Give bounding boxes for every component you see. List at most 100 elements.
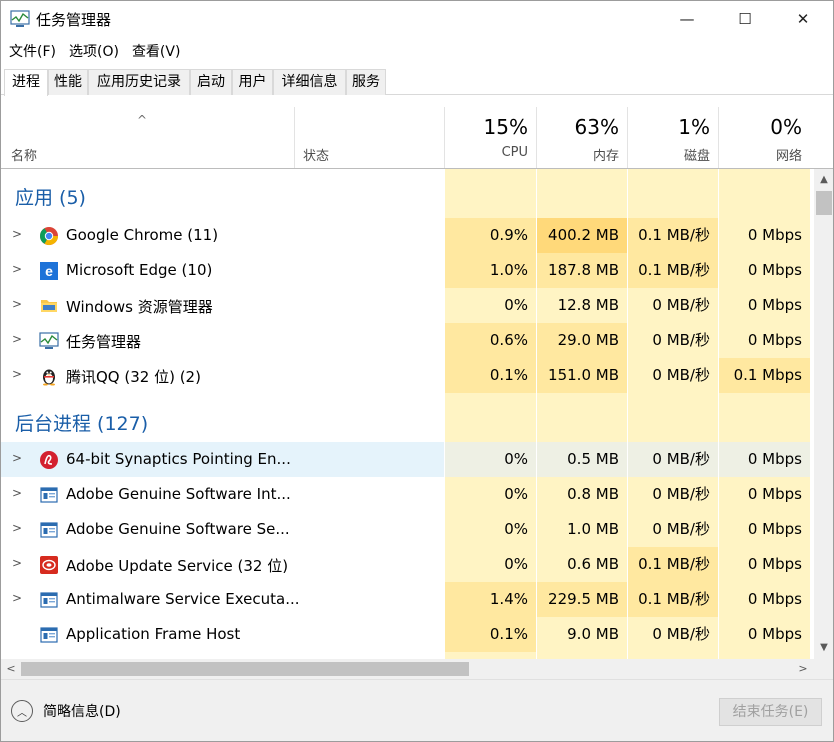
- disk-cell: 0.1 MB/秒: [627, 253, 718, 288]
- process-name: Adobe Genuine Software Se...: [66, 520, 290, 538]
- tab-app-history[interactable]: 应用历史记录: [88, 69, 190, 95]
- process-list: 应用 (5) > Google Chrome (11) 0.9% 400.2 M…: [1, 169, 813, 659]
- column-status-label: 状态: [303, 149, 330, 164]
- network-cell: 0.1 Mbps: [718, 358, 810, 393]
- menu-view[interactable]: 查看(V): [124, 39, 188, 63]
- column-memory-header[interactable]: 63% 内存: [536, 107, 627, 168]
- close-button[interactable]: ✕: [780, 1, 826, 37]
- expand-chevron-icon[interactable]: >: [12, 591, 22, 605]
- horizontal-scrollbar[interactable]: < >: [1, 659, 813, 679]
- cpu-cell: 0.6%: [444, 323, 536, 358]
- sort-arrow-icon: ^: [137, 113, 148, 127]
- expand-chevron-icon[interactable]: >: [12, 367, 22, 381]
- process-row[interactable]: > Windows 资源管理器 0% 12.8 MB 0 MB/秒 0 Mbps: [1, 288, 813, 323]
- expand-chevron-icon[interactable]: >: [12, 486, 22, 500]
- scroll-right-icon[interactable]: >: [793, 659, 813, 679]
- service-window-icon: [39, 590, 59, 610]
- network-cell: 0 Mbps: [718, 253, 810, 288]
- cpu-cell: [444, 652, 536, 659]
- fewer-details-button[interactable]: ︿ 简略信息(D): [11, 698, 121, 724]
- tab-users[interactable]: 用户: [232, 69, 273, 95]
- network-cell: 0 Mbps: [718, 547, 810, 582]
- process-row[interactable]: > Adobe Genuine Software Int... 0% 0.8 M…: [1, 477, 813, 512]
- disk-cell: 0.1 MB/秒: [627, 218, 718, 253]
- process-row[interactable]: > e Microsoft Edge (10) 1.0% 187.8 MB 0.…: [1, 253, 813, 288]
- cpu-cell: 0.1%: [444, 617, 536, 652]
- scroll-down-icon[interactable]: ▼: [814, 639, 834, 657]
- process-name: 64-bit Synaptics Pointing En...: [66, 450, 291, 468]
- cpu-cell: 1.0%: [444, 253, 536, 288]
- process-name: Adobe Genuine Software Int...: [66, 485, 291, 503]
- disk-cell: [627, 652, 718, 659]
- minimize-button[interactable]: —: [664, 1, 710, 37]
- process-row[interactable]: [1, 652, 813, 659]
- memory-cell: 229.5 MB: [536, 582, 627, 617]
- expand-chevron-icon[interactable]: >: [12, 332, 22, 346]
- column-cpu-label: CPU: [501, 145, 528, 160]
- column-cpu-header[interactable]: 15% CPU: [444, 107, 536, 168]
- expand-chevron-icon[interactable]: >: [12, 451, 22, 465]
- cpu-cell: [444, 169, 536, 218]
- task-manager-icon: [39, 331, 59, 351]
- column-status-header[interactable]: 状态: [294, 107, 444, 168]
- expand-chevron-icon[interactable]: >: [12, 556, 22, 570]
- cpu-cell: 0%: [444, 547, 536, 582]
- disk-cell: 0 MB/秒: [627, 442, 718, 477]
- network-cell: 0 Mbps: [718, 323, 810, 358]
- end-task-button[interactable]: 结束任务(E): [719, 698, 822, 726]
- process-name: Application Frame Host: [66, 625, 241, 643]
- column-disk-header[interactable]: 1% 磁盘: [627, 107, 718, 168]
- expand-chevron-icon[interactable]: >: [12, 262, 22, 276]
- tab-startup[interactable]: 启动: [190, 69, 232, 95]
- group-header-background[interactable]: 后台进程 (127): [1, 393, 813, 442]
- tab-services[interactable]: 服务: [346, 69, 386, 95]
- scroll-up-icon[interactable]: ▲: [814, 171, 834, 189]
- horizontal-scroll-thumb[interactable]: [21, 662, 469, 676]
- service-window-icon: [39, 625, 59, 645]
- process-row[interactable]: > Antimalware Service Executa... 1.4% 22…: [1, 582, 813, 617]
- tab-performance[interactable]: 性能: [48, 69, 88, 95]
- scroll-left-icon[interactable]: <: [1, 659, 21, 679]
- menu-options[interactable]: 选项(O): [61, 39, 126, 63]
- network-cell: 0 Mbps: [718, 477, 810, 512]
- memory-cell: 0.5 MB: [536, 442, 627, 477]
- memory-total-percent: 63%: [574, 115, 619, 139]
- disk-cell: 0 MB/秒: [627, 288, 718, 323]
- expand-chevron-icon[interactable]: >: [12, 227, 22, 241]
- column-network-header[interactable]: 0% 网络: [718, 107, 810, 168]
- process-row[interactable]: > Google Chrome (11) 0.9% 400.2 MB 0.1 M…: [1, 218, 813, 253]
- process-row[interactable]: > Adobe Genuine Software Se... 0% 1.0 MB…: [1, 512, 813, 547]
- adobe-icon: [39, 555, 59, 575]
- expand-chevron-icon[interactable]: >: [12, 297, 22, 311]
- expand-chevron-icon[interactable]: >: [12, 521, 22, 535]
- network-cell: [718, 393, 810, 442]
- network-total-percent: 0%: [770, 115, 802, 139]
- menu-file[interactable]: 文件(F): [1, 39, 63, 63]
- maximize-button[interactable]: ☐: [722, 1, 768, 37]
- tab-details[interactable]: 详细信息: [273, 69, 346, 95]
- process-row[interactable]: > Adobe Update Service (32 位) 0% 0.6 MB …: [1, 547, 813, 582]
- process-row[interactable]: > 64-bit Synaptics Pointing En... 0% 0.5…: [1, 442, 813, 477]
- cpu-cell: 0.1%: [444, 358, 536, 393]
- process-row[interactable]: > 任务管理器 0.6% 29.0 MB 0 MB/秒 0 Mbps: [1, 323, 813, 358]
- cpu-cell: 0%: [444, 442, 536, 477]
- memory-cell: 187.8 MB: [536, 253, 627, 288]
- column-name-header[interactable]: ^ 名称: [1, 107, 294, 168]
- memory-cell: 9.0 MB: [536, 617, 627, 652]
- vertical-scrollbar[interactable]: ▲ ▼: [813, 169, 833, 659]
- disk-cell: 0.1 MB/秒: [627, 582, 718, 617]
- memory-cell: 0.8 MB: [536, 477, 627, 512]
- vertical-scroll-thumb[interactable]: [816, 191, 832, 215]
- process-row[interactable]: Application Frame Host 0.1% 9.0 MB 0 MB/…: [1, 617, 813, 652]
- title-bar[interactable]: 任务管理器 — ☐ ✕: [1, 1, 833, 37]
- cpu-cell: 0%: [444, 512, 536, 547]
- disk-cell: 0 MB/秒: [627, 358, 718, 393]
- chevron-up-circle-icon: ︿: [11, 700, 33, 722]
- network-cell: 0 Mbps: [718, 582, 810, 617]
- cpu-cell: 0%: [444, 288, 536, 323]
- group-header-apps[interactable]: 应用 (5): [1, 169, 813, 218]
- menu-bar: 文件(F) 选项(O) 查看(V): [1, 39, 833, 63]
- service-window-icon: [39, 485, 59, 505]
- tab-processes[interactable]: 进程: [4, 69, 48, 96]
- process-row[interactable]: > 腾讯QQ (32 位) (2) 0.1% 151.0 MB 0 MB/秒 0…: [1, 358, 813, 393]
